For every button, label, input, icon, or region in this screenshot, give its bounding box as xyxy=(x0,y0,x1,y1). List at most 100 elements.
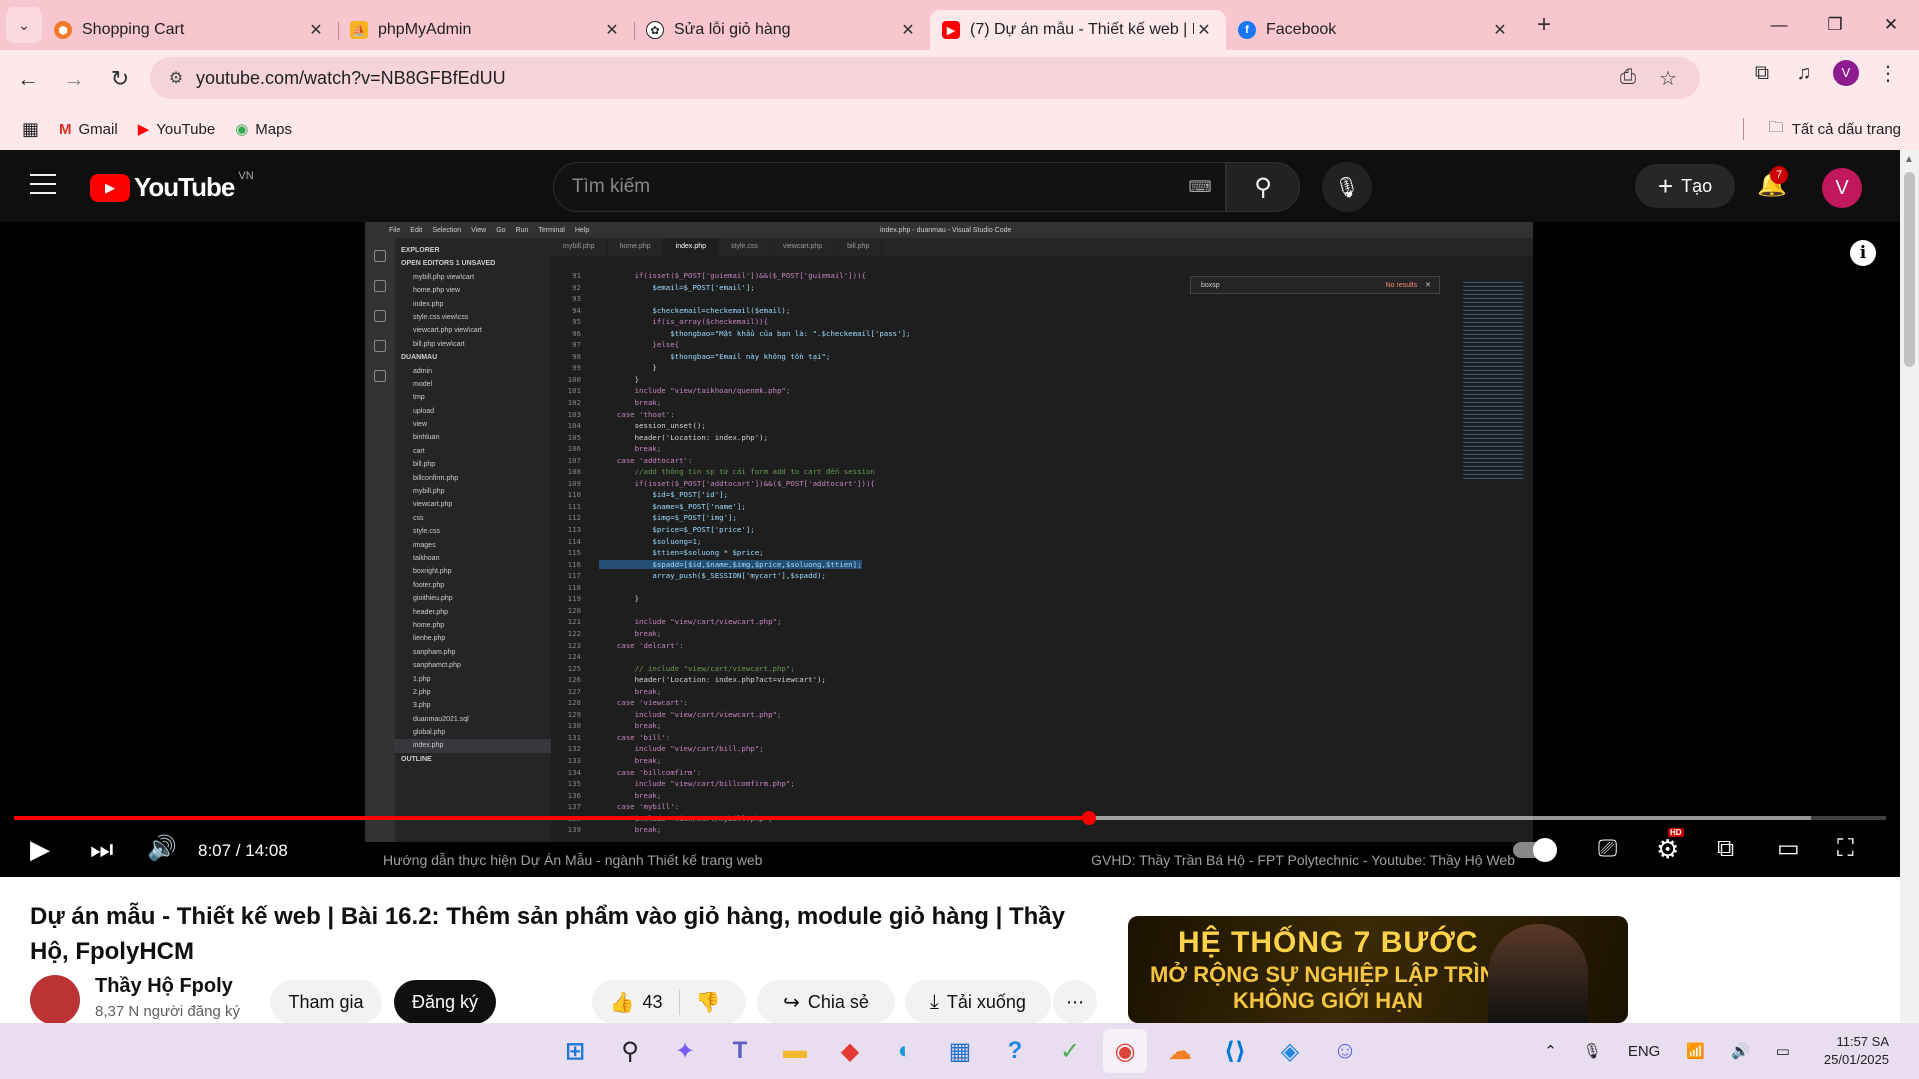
more-actions-button[interactable]: ⋯ xyxy=(1053,980,1097,1024)
close-icon[interactable]: ✕ xyxy=(602,20,622,40)
channel-avatar[interactable] xyxy=(30,975,80,1025)
download-button[interactable]: ⤓ Tải xuống xyxy=(905,980,1051,1024)
browser-tab-phpmyadmin[interactable]: ⛵ phpMyAdmin ✕ xyxy=(338,10,634,50)
account-avatar[interactable]: V xyxy=(1822,168,1862,208)
next-video-icon[interactable]: ⏭ xyxy=(90,834,113,864)
settings-gear-icon[interactable]: ⚙ xyxy=(1656,834,1679,864)
close-icon[interactable]: ✕ xyxy=(306,20,326,40)
search-button[interactable]: ⚲ xyxy=(1226,162,1300,212)
fullscreen-icon[interactable]: ⛶ xyxy=(1837,834,1854,864)
app-green-icon[interactable]: ✓ xyxy=(1048,1029,1092,1073)
forward-button[interactable]: → xyxy=(56,61,92,97)
bookmark-maps[interactable]: ◉ Maps xyxy=(235,120,292,139)
bookmark-label: Gmail xyxy=(78,120,118,138)
code-text: include "view/cart/viewcart.php"; xyxy=(599,617,782,627)
store-icon[interactable]: ▦ xyxy=(938,1029,982,1073)
tab-search-button[interactable]: ⌄ xyxy=(6,7,42,43)
browser-tab-shopping-cart[interactable]: ⬢ Shopping Cart ✕ xyxy=(42,10,338,50)
url-text[interactable]: youtube.com/watch?v=NB8GFBfEdUU xyxy=(196,68,1608,89)
like-count[interactable]: 43 xyxy=(642,992,662,1013)
scroll-up-icon[interactable]: ▲ xyxy=(1904,154,1914,165)
bookmark-star-icon[interactable]: ☆ xyxy=(1648,66,1688,91)
copilot-icon[interactable]: ✦ xyxy=(663,1029,707,1073)
app-red-icon[interactable]: ◆ xyxy=(828,1029,872,1073)
ad-banner[interactable]: HỆ THỐNG 7 BƯỚC MỞ RỘNG SỰ NGHIỆP LẬP TR… xyxy=(1128,916,1628,1023)
new-tab-button[interactable]: + xyxy=(1526,11,1562,39)
chrome-icon[interactable]: ◉ xyxy=(1103,1029,1147,1073)
clock[interactable]: 11:57 SA 25/01/2025 xyxy=(1824,1033,1889,1069)
install-app-icon[interactable]: ⎙ xyxy=(1608,66,1648,91)
microphone-icon[interactable]: 🎙 xyxy=(1583,1042,1602,1060)
thumbs-up-icon[interactable]: 👍 xyxy=(610,990,635,1015)
browser-tab-youtube[interactable]: ▶ (7) Dự án mẫu - Thiết kế web | B ✕ xyxy=(930,10,1226,50)
youtube-logo[interactable]: ▶ YouTube VN xyxy=(90,170,254,203)
menu-icon[interactable] xyxy=(30,174,56,201)
app-blue-icon[interactable]: ◈ xyxy=(1268,1029,1312,1073)
minimize-button[interactable]: — xyxy=(1751,0,1807,50)
windows-start-icon[interactable]: ⊞ xyxy=(553,1029,597,1073)
file-explorer-icon[interactable]: ▬ xyxy=(773,1029,817,1073)
volume-icon[interactable]: 🔊 xyxy=(147,834,177,864)
thumbs-down-icon[interactable]: 👎 xyxy=(696,990,721,1015)
browser-tab-facebook[interactable]: f Facebook ✕ xyxy=(1226,10,1522,50)
chevron-up-icon[interactable]: ⌃ xyxy=(1544,1042,1557,1060)
system-tray: ⌃ 🎙 ENG 📶 🔊 ▭ 11:57 SA 25/01/2025 xyxy=(1518,1023,1889,1079)
bookmark-gmail[interactable]: M Gmail xyxy=(59,121,118,138)
scrollbar-thumb[interactable] xyxy=(1904,172,1915,367)
restore-button[interactable]: ❐ xyxy=(1807,0,1863,50)
code-line: 136 break; xyxy=(551,790,1533,802)
search-input[interactable] xyxy=(554,176,1175,198)
keyboard-icon[interactable]: ⌨ xyxy=(1175,177,1225,197)
reload-button[interactable]: ↻ xyxy=(102,61,138,97)
code-text: break; xyxy=(599,721,662,731)
voice-search-button[interactable]: 🎙 xyxy=(1322,162,1372,212)
close-icon[interactable]: ✕ xyxy=(1194,20,1214,40)
create-button[interactable]: + Tạo xyxy=(1635,164,1735,208)
bookmark-youtube[interactable]: ▶ YouTube xyxy=(138,120,216,139)
battery-icon[interactable]: ▭ xyxy=(1776,1042,1790,1060)
close-icon[interactable]: ✕ xyxy=(1490,20,1510,40)
theater-mode-icon[interactable]: ▭ xyxy=(1777,834,1800,864)
language-indicator[interactable]: ENG xyxy=(1628,1043,1661,1060)
explorer-item: bill.php xyxy=(413,461,436,469)
profile-avatar[interactable]: V xyxy=(1833,60,1859,86)
teams-icon[interactable]: T xyxy=(718,1029,762,1073)
close-window-button[interactable]: ✕ xyxy=(1863,0,1919,50)
taskbar-apps: ⊞ ⚲ ✦ T ▬ ◆ ◐ ▦? ✓ ◉ ☁ ⟨⟩ ◈ ☺ xyxy=(553,1029,1378,1073)
join-button[interactable]: Tham gia xyxy=(270,980,382,1024)
share-button[interactable]: ↪ Chia sẻ xyxy=(757,980,895,1024)
apps-shortcut[interactable]: ▦ xyxy=(22,119,39,140)
site-info-icon[interactable]: ⚙ xyxy=(156,68,196,88)
video-player[interactable]: File Edit Selection View Go Run Terminal… xyxy=(0,222,1900,877)
subscribe-button[interactable]: Đăng ký xyxy=(394,980,496,1024)
page-scrollbar[interactable]: ▲ xyxy=(1900,150,1919,1023)
media-controls-icon[interactable]: ♫ xyxy=(1783,62,1825,85)
close-icon[interactable]: ✕ xyxy=(898,20,918,40)
code-line: 133 break; xyxy=(551,755,1533,767)
download-label: Tải xuống xyxy=(946,991,1026,1012)
vscode-icon[interactable]: ⟨⟩ xyxy=(1213,1029,1257,1073)
line-number: 134 xyxy=(567,767,581,777)
help-icon[interactable]: ? xyxy=(993,1029,1037,1073)
address-bar[interactable]: ⚙ youtube.com/watch?v=NB8GFBfEdUU ⎙ ☆ xyxy=(150,57,1700,99)
search-icon[interactable]: ⚲ xyxy=(608,1029,652,1073)
progress-bar[interactable] xyxy=(14,811,1886,825)
miniplayer-icon[interactable]: ⧉ xyxy=(1717,834,1734,864)
extensions-icon[interactable]: ⧉ xyxy=(1741,62,1783,85)
line-number: 100 xyxy=(567,374,581,384)
all-bookmarks-button[interactable]: 🗀 Tất cả dấu trang xyxy=(1769,108,1901,150)
back-button[interactable]: ← xyxy=(10,61,46,97)
edge-icon[interactable]: ◐ xyxy=(883,1029,927,1073)
discord-icon[interactable]: ☺ xyxy=(1323,1029,1367,1073)
wifi-icon[interactable]: 📶 xyxy=(1686,1042,1705,1060)
browser-tab-sua-loi[interactable]: ✿ Sửa lỗi giỏ hàng ✕ xyxy=(634,10,930,50)
info-icon[interactable]: i xyxy=(1850,240,1876,266)
play-icon[interactable]: ▶ xyxy=(30,834,50,864)
kebab-menu-icon[interactable]: ⋮ xyxy=(1867,61,1909,86)
subtitles-icon[interactable]: ⎚ xyxy=(1598,834,1617,864)
volume-icon[interactable]: 🔊 xyxy=(1731,1042,1750,1060)
autoplay-toggle[interactable] xyxy=(1513,838,1557,862)
channel-name[interactable]: Thầy Hộ Fpoly xyxy=(95,975,233,998)
explorer-item: 2.php xyxy=(413,688,431,696)
cloudflare-icon[interactable]: ☁ xyxy=(1158,1029,1202,1073)
